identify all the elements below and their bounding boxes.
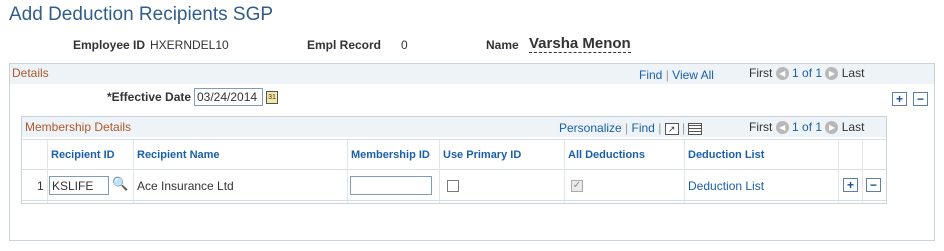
membership-separator-3: | <box>682 121 686 135</box>
details-header-band: Details Find | View All First ◀ 1 of 1 ▶… <box>10 64 934 84</box>
details-delete-row-button[interactable]: − <box>913 92 928 106</box>
empl-record-value: 0 <box>401 38 408 52</box>
empl-record-label: Empl Record <box>307 38 382 52</box>
page-title: Add Deduction Recipients SGP <box>9 4 274 25</box>
row-number: 1 <box>37 179 44 193</box>
zoom-icon[interactable]: ↗ <box>664 122 679 135</box>
effective-date-label: *Effective Date <box>107 90 192 104</box>
details-nav: Find | View All <box>639 68 714 82</box>
effective-date-input[interactable] <box>194 88 263 106</box>
details-view-all-link[interactable]: View All <box>672 68 714 82</box>
details-first-label: First <box>749 66 773 80</box>
membership-find-link[interactable]: Find <box>632 121 655 135</box>
column-header-membership-id[interactable]: Membership ID <box>351 149 430 161</box>
membership-separator-1: | <box>625 121 629 135</box>
employee-id-value: HXERNDEL10 <box>150 38 229 52</box>
personalize-link[interactable]: Personalize <box>559 121 622 135</box>
recipient-id-input[interactable] <box>49 176 109 195</box>
deduction-list-link[interactable]: Deduction List <box>688 179 764 193</box>
column-header-recipient-name[interactable]: Recipient Name <box>137 149 220 161</box>
details-page-count: 1 of 1 <box>792 66 823 80</box>
use-primary-id-checkbox[interactable] <box>447 180 459 192</box>
membership-details-grid: Membership Details Personalize | Find | … <box>21 116 887 204</box>
membership-separator-2: | <box>658 121 662 135</box>
arrow-left-icon[interactable]: ◀ <box>775 67 789 81</box>
column-header-all-deductions[interactable]: All Deductions <box>568 149 645 161</box>
employee-id-label: Employee ID <box>73 38 146 52</box>
membership-last-label: Last <box>841 120 865 134</box>
grid-add-row-button[interactable]: + <box>843 178 858 192</box>
arrow-right-icon[interactable]: ▶ <box>825 67 839 81</box>
membership-toolbar: Personalize | Find | ↗ | <box>559 121 703 135</box>
column-header-recipient-id[interactable]: Recipient ID <box>51 149 115 161</box>
name-label: Name <box>486 38 519 52</box>
column-header-use-primary-id[interactable]: Use Primary ID <box>443 149 521 161</box>
recipient-name-value: Ace Insurance Ltd <box>137 179 234 193</box>
membership-pager: First ◀ 1 of 1 ▶ Last <box>749 120 865 135</box>
download-grid-icon[interactable] <box>688 122 703 135</box>
membership-first-label: First <box>749 120 773 134</box>
grid-delete-row-button[interactable]: − <box>866 178 881 192</box>
grid-header-row: Recipient ID Recipient Name Membership I… <box>22 139 886 170</box>
membership-header-band: Membership Details Personalize | Find | … <box>22 117 886 137</box>
details-last-label: Last <box>841 66 865 80</box>
calendar-icon[interactable]: 31 <box>266 91 278 104</box>
membership-title: Membership Details <box>25 120 132 134</box>
column-header-deduction-list[interactable]: Deduction List <box>688 149 764 161</box>
details-title: Details <box>12 66 49 80</box>
lookup-search-icon[interactable]: 🔍 <box>112 176 128 192</box>
membership-id-input[interactable] <box>350 176 432 195</box>
details-separator: | <box>665 68 669 82</box>
arrow-left-icon[interactable]: ◀ <box>775 121 789 135</box>
details-find-link[interactable]: Find <box>639 68 662 82</box>
table-row: 1 🔍 Ace Insurance Ltd ✓ Deduction List +… <box>22 171 886 201</box>
details-add-row-button[interactable]: + <box>892 92 907 106</box>
arrow-right-icon[interactable]: ▶ <box>825 121 839 135</box>
membership-page-count: 1 of 1 <box>792 120 823 134</box>
employee-name-link[interactable]: Varsha Menon <box>529 36 631 53</box>
details-pager: First ◀ 1 of 1 ▶ Last <box>749 66 865 81</box>
all-deductions-checkbox: ✓ <box>571 180 583 192</box>
